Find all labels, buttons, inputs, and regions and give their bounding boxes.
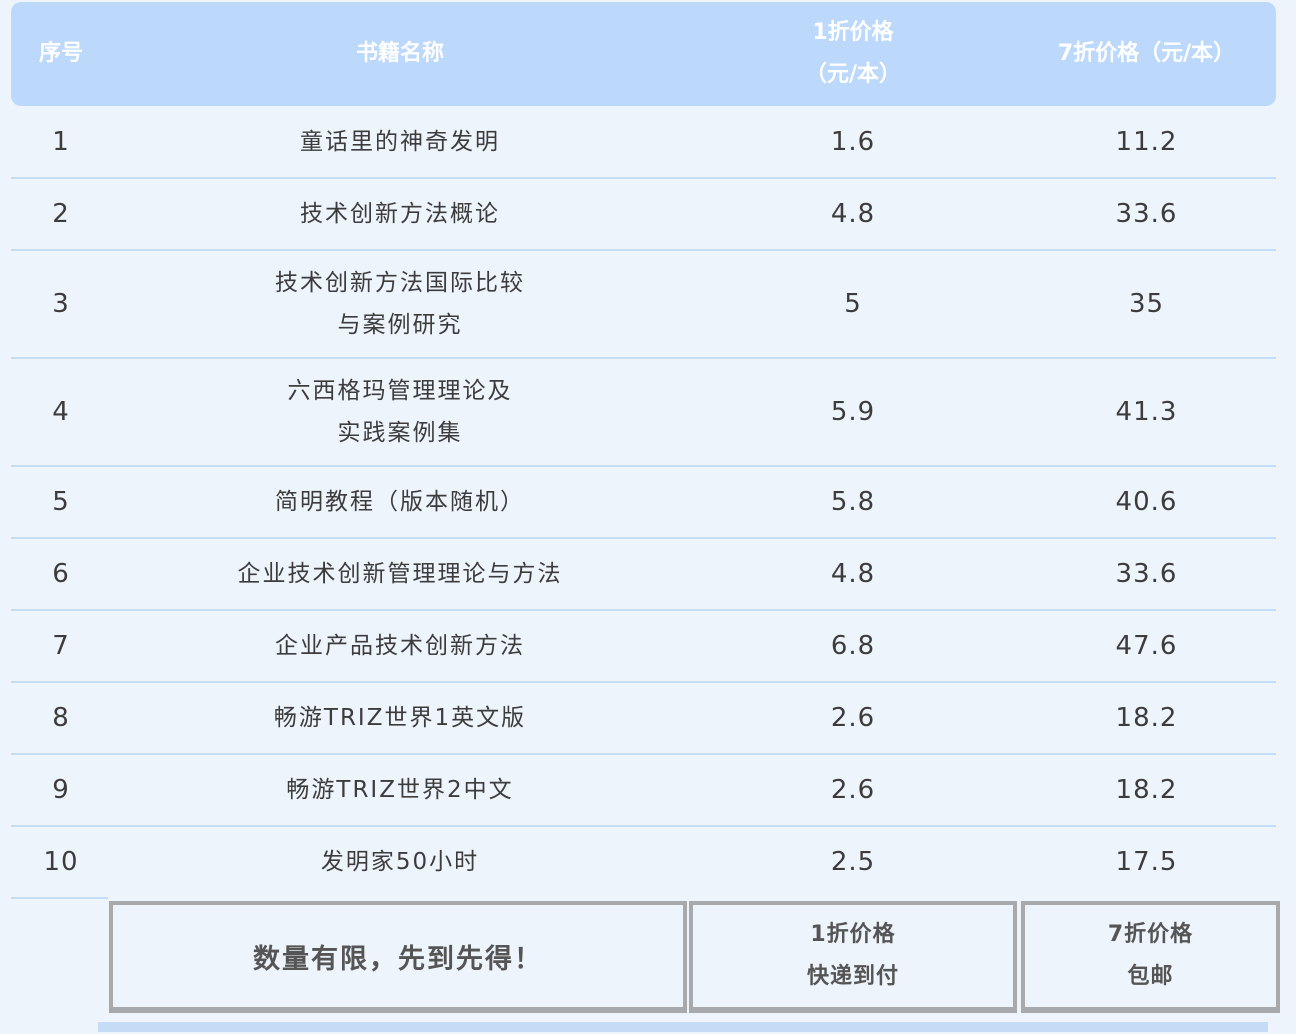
price-70-percent: 17.5 (1115, 847, 1178, 877)
header-index: 序号 (38, 41, 83, 66)
price-10-percent: 4.8 (830, 199, 876, 229)
book-name: 童话里的神奇发明 (300, 128, 500, 155)
row-index: 5 (52, 487, 70, 517)
header-price-10-percent: 1折价格 （元/本） (804, 20, 902, 87)
price-70-percent: 18.2 (1115, 775, 1178, 805)
row-index: 8 (52, 703, 70, 733)
table-row: 3 技术创新方法国际比较 与案例研究 5 35 (11, 251, 1276, 359)
price-70-percent: 35 (1128, 289, 1165, 319)
header-book-name: 书籍名称 (355, 41, 444, 66)
table-row: 1 童话里的神奇发明 1.6 11.2 (11, 106, 1276, 179)
table-row: 9 畅游TRIZ世界2中文 2.6 18.2 (11, 755, 1276, 827)
table-row: 8 畅游TRIZ世界1英文版 2.6 18.2 (11, 683, 1276, 755)
book-name: 畅游TRIZ世界1英文版 (273, 705, 527, 731)
row-index: 9 (52, 775, 70, 805)
footer-price-10-percent-note: 1折价格 快递到付 (689, 901, 1017, 1013)
price-10-percent: 5.8 (830, 487, 876, 517)
table-header: 序号 书籍名称 1折价格 （元/本） 7折价格（元/本） (11, 2, 1276, 106)
book-name: 发明家50小时 (320, 849, 480, 875)
price-70-percent: 18.2 (1115, 703, 1178, 733)
book-name: 技术创新方法国际比较 与案例研究 (275, 270, 525, 338)
table-row: 7 企业产品技术创新方法 6.8 47.6 (11, 611, 1276, 683)
price-70-percent: 11.2 (1115, 126, 1178, 157)
book-name: 技术创新方法概论 (300, 201, 500, 227)
row-index: 1 (52, 126, 70, 157)
book-name: 简明教程（版本随机） (275, 489, 525, 515)
row-index: 2 (52, 199, 70, 229)
table-row: 2 技术创新方法概论 4.8 33.6 (11, 179, 1276, 251)
book-name: 企业技术创新管理理论与方法 (237, 561, 563, 587)
price-70-percent: 33.6 (1115, 199, 1178, 229)
price-10-percent: 2.5 (830, 847, 876, 877)
price-10-percent: 1.6 (830, 126, 876, 157)
table-row: 6 企业技术创新管理理论与方法 4.8 33.6 (11, 539, 1276, 611)
row-index: 3 (52, 289, 70, 319)
book-name: 畅游TRIZ世界2中文 (286, 777, 514, 803)
table-row: 10 发明家50小时 2.5 17.5 (11, 827, 1276, 897)
row-index: 7 (52, 631, 70, 661)
price-10-percent: 6.8 (830, 631, 876, 661)
price-70-percent: 40.6 (1115, 487, 1178, 517)
row-index: 10 (43, 847, 79, 877)
footer-bottom-strip (98, 1022, 1268, 1032)
footer-price-70-percent-note: 7折价格 包邮 (1021, 901, 1280, 1013)
limited-quantity-notice: 数量有限，先到先得！ (109, 901, 687, 1013)
price-70-percent: 41.3 (1115, 397, 1178, 427)
row-index: 6 (52, 559, 70, 589)
price-10-percent: 5.9 (830, 397, 876, 427)
table-body: 1 童话里的神奇发明 1.6 11.2 2 技术创新方法概论 4.8 33.6 3 技术创新方法国… (11, 106, 1276, 897)
price-10-percent: 4.8 (830, 559, 876, 589)
price-70-percent: 33.6 (1115, 559, 1178, 589)
row-index: 4 (52, 397, 70, 427)
book-name: 企业产品技术创新方法 (275, 633, 525, 659)
price-10-percent: 2.6 (830, 775, 876, 805)
price-70-percent: 47.6 (1115, 631, 1178, 661)
book-name: 六西格玛管理理论及 实践案例集 (287, 378, 513, 446)
price-10-percent: 5 (844, 289, 862, 319)
table-row: 4 六西格玛管理理论及 实践案例集 5.9 41.3 (11, 359, 1276, 467)
table-footer: 数量有限，先到先得！ 1折价格 快递到付 7折价格 包邮 (11, 897, 1280, 1015)
footer-spacer (11, 897, 108, 1015)
price-10-percent: 2.6 (830, 703, 876, 733)
table-row: 5 简明教程（版本随机） 5.8 40.6 (11, 467, 1276, 539)
book-price-table: 序号 书籍名称 1折价格 （元/本） 7折价格（元/本） 1 童话里的神奇发明 1.… (11, 2, 1280, 1015)
header-price-70-percent: 7折价格（元/本） (1057, 41, 1236, 66)
